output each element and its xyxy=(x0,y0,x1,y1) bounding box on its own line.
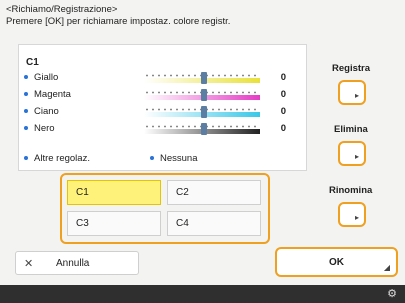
other-settings-value: Nessuna xyxy=(160,153,198,164)
row-ciano: Ciano 0 xyxy=(24,106,294,118)
bullet-icon xyxy=(24,126,28,130)
bullet-icon xyxy=(24,75,28,79)
nero-slider xyxy=(144,123,260,135)
triangle-icon: ▸ xyxy=(354,91,359,100)
corner-triangle-icon: ◢ xyxy=(383,263,390,272)
preset-c2-button[interactable]: C2 xyxy=(167,180,261,205)
row-value: 0 xyxy=(280,89,286,100)
row-label: Giallo xyxy=(34,72,59,83)
registra-button[interactable]: ▸ xyxy=(338,80,366,105)
row-value: 0 xyxy=(280,72,286,83)
ok-button[interactable]: OK ◢ xyxy=(275,247,398,277)
cancel-label: Annulla xyxy=(56,258,90,269)
other-settings-label: Altre regolaz. xyxy=(34,153,90,164)
bullet-icon xyxy=(150,156,154,160)
slider-knob xyxy=(201,89,207,101)
giallo-slider xyxy=(144,72,260,84)
ok-label: OK xyxy=(329,257,344,268)
triangle-icon: ▸ xyxy=(354,152,359,161)
elimina-button[interactable]: ▸ xyxy=(338,141,366,166)
bottom-bar: ⚙ xyxy=(0,285,405,303)
slider-knob xyxy=(201,72,207,84)
bullet-icon xyxy=(24,92,28,96)
rinomina-label: Rinomina xyxy=(329,185,373,196)
screen-title: <Richiamo/Registrazione> xyxy=(6,4,118,15)
registra-label: Registra xyxy=(332,63,371,74)
row-value: 0 xyxy=(280,123,286,134)
triangle-icon: ▸ xyxy=(354,213,359,222)
slider-knob xyxy=(201,123,207,135)
magenta-slider xyxy=(144,89,260,101)
settings-icon[interactable]: ⚙ xyxy=(387,287,397,300)
panel-title: C1 xyxy=(26,57,39,68)
bullet-icon xyxy=(24,109,28,113)
row-magenta: Magenta 0 xyxy=(24,89,294,101)
screen-subtitle: Premere [OK] per richiamare impostaz. co… xyxy=(6,16,231,27)
row-value: 0 xyxy=(280,106,286,117)
row-nero: Nero 0 xyxy=(24,123,294,135)
other-settings-row: Altre regolaz. Nessuna xyxy=(24,153,294,165)
row-label: Nero xyxy=(34,123,55,134)
rinomina-button[interactable]: ▸ xyxy=(338,202,366,227)
preset-c4-button[interactable]: C4 xyxy=(167,211,261,236)
bullet-icon xyxy=(24,156,28,160)
slider-knob xyxy=(201,106,207,118)
row-label: Magenta xyxy=(34,89,71,100)
preset-grid: C1 C2 C3 C4 xyxy=(60,173,270,244)
preset-c1-button[interactable]: C1 xyxy=(67,180,161,205)
close-icon: ✕ xyxy=(24,258,34,270)
ciano-slider xyxy=(144,106,260,118)
row-label: Ciano xyxy=(34,106,59,117)
row-giallo: Giallo 0 xyxy=(24,72,294,84)
elimina-label: Elimina xyxy=(334,124,368,135)
preset-c3-button[interactable]: C3 xyxy=(67,211,161,236)
cancel-button[interactable]: ✕ Annulla xyxy=(15,251,139,275)
